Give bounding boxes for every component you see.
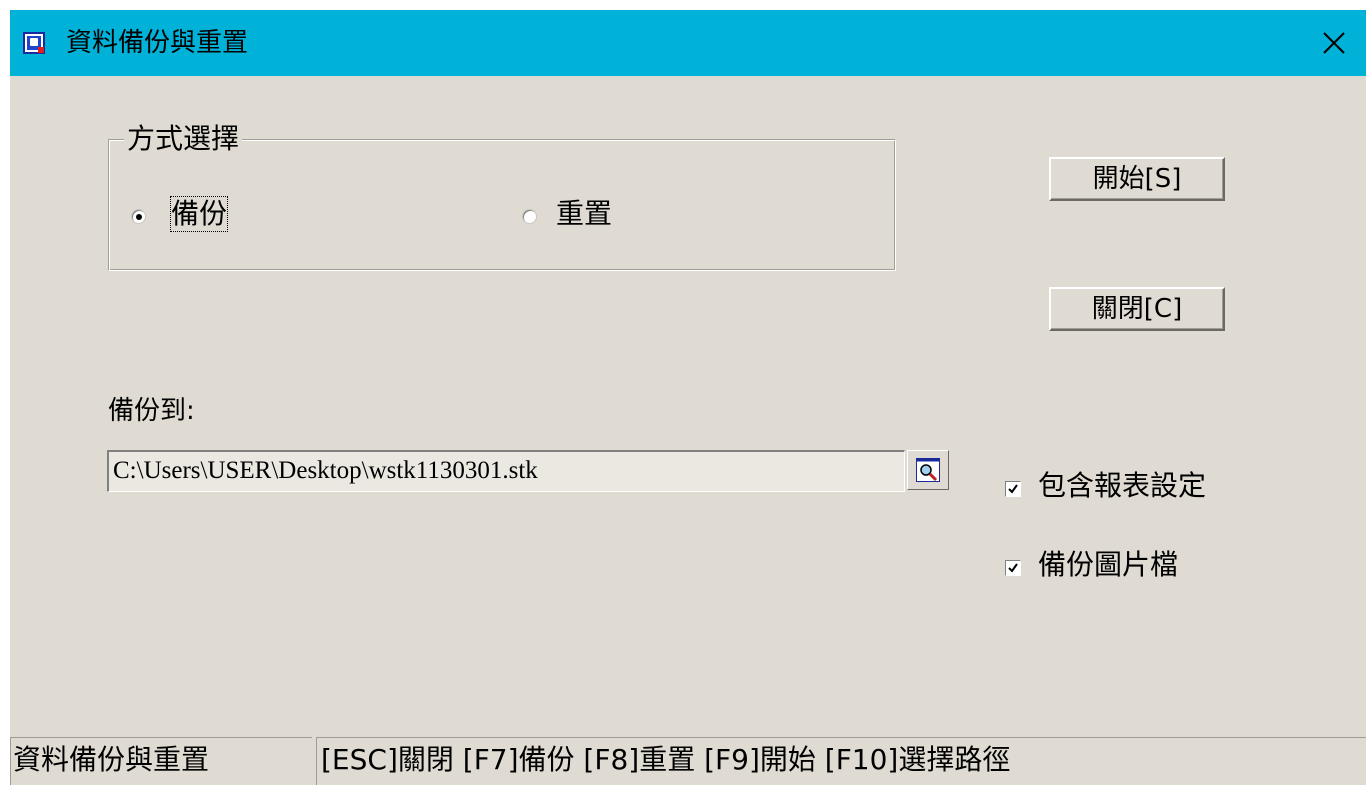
- magnifier-icon: [916, 458, 940, 482]
- browse-path-button[interactable]: [907, 450, 949, 490]
- include-report-settings-label[interactable]: 包含報表設定: [1038, 469, 1206, 503]
- radio-restore[interactable]: [522, 209, 537, 224]
- backup-images-checkbox[interactable]: [1005, 560, 1021, 576]
- radio-restore-label[interactable]: 重置: [556, 197, 612, 231]
- radio-selected-dot: [136, 214, 142, 220]
- checkmark-icon: [1008, 484, 1018, 494]
- app-icon: [23, 32, 45, 54]
- radio-backup[interactable]: [131, 209, 146, 224]
- radio-backup-label[interactable]: 備份: [169, 196, 229, 232]
- close-window-button[interactable]: [1302, 10, 1366, 76]
- checkmark-icon: [1008, 563, 1018, 573]
- include-report-settings-checkbox[interactable]: [1005, 481, 1021, 497]
- title-bar: 資料備份與重置: [10, 10, 1366, 76]
- backup-images-label[interactable]: 備份圖片檔: [1038, 548, 1178, 582]
- backup-to-label: 備份到:: [108, 396, 195, 426]
- close-icon: [1323, 32, 1345, 54]
- status-shortcuts-pane: [ESC]關閉 [F7]備份 [F8]重置 [F9]開始 [F10]選擇路徑: [316, 737, 1366, 785]
- status-title-pane: 資料備份與重置: [10, 737, 312, 785]
- backup-path-input[interactable]: C:\Users\USER\Desktop\wstk1130301.stk: [107, 450, 905, 492]
- window-title: 資料備份與重置: [66, 28, 249, 58]
- close-button[interactable]: 關閉[C]: [1049, 287, 1225, 331]
- backup-restore-window: 資料備份與重置 方式選擇 備份 重置 開始[S] 關閉[C] 備份到: C:\U…: [10, 10, 1366, 785]
- mode-group-legend: 方式選擇: [124, 123, 243, 155]
- status-bar: 資料備份與重置 [ESC]關閉 [F7]備份 [F8]重置 [F9]開始 [F1…: [10, 734, 1366, 785]
- start-button[interactable]: 開始[S]: [1049, 157, 1225, 201]
